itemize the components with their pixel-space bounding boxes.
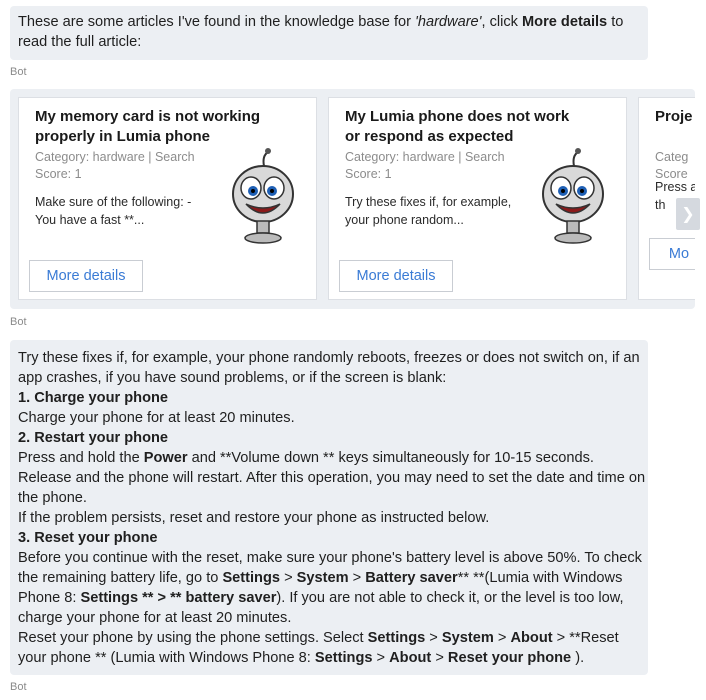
more-details-button[interactable]: More details [339,260,453,292]
robot-avatar-icon [542,148,604,244]
bot-label: Bot [10,316,27,328]
article-card: My Lumia phone does not work or respond … [328,97,627,300]
intro-more-label: More details [522,14,608,30]
card-title: My Lumia phone does not work or respond … [345,108,570,145]
article-intro: Try these fixes if, for example, your ph… [18,350,640,386]
step-text: Reset your phone by using the phone sett… [18,630,619,666]
intro-message: These are some articles I've found in th… [10,6,648,60]
intro-query: 'hardware' [415,14,482,30]
more-details-button[interactable]: Mo [649,238,695,270]
card-score: Score: 1 [35,167,82,181]
step-text: If the problem persists, reset and resto… [18,510,490,526]
card-category: Category: hardware | Search [35,150,195,164]
card-title: My memory card is not working properly i… [35,108,261,145]
bot-label: Bot [10,681,27,693]
card-category: Categ [655,150,689,164]
article-card: My memory card is not working properly i… [18,97,317,300]
step-heading: 1. Charge your phone [18,390,169,406]
bot-label: Bot [10,66,27,78]
step-heading: 2. Restart your phone [18,430,169,446]
chevron-right-icon[interactable]: ❯ [676,198,700,230]
step-text: Charge your phone for at least 20 minute… [18,410,295,426]
step-text: Press and hold the Power and **Volume do… [18,450,646,506]
article-message: Try these fixes if, for example, your ph… [10,340,648,675]
card-snippet: Make sure of the following: - You have a… [35,195,192,227]
card-category: Category: hardware | Search [345,150,505,164]
article-carousel: My memory card is not working properly i… [10,89,695,309]
step-text: Before you continue with the reset, make… [18,550,642,626]
intro-text: These are some articles I've found in th… [18,14,416,30]
step-heading: 3. Reset your phone [18,530,158,546]
card-score: Score: 1 [345,167,392,181]
card-snippet: Try these fixes if, for example, your ph… [345,195,512,227]
robot-avatar-icon [232,148,294,244]
more-details-button[interactable]: More details [29,260,143,292]
intro-text-mid: , click [481,14,523,30]
card-title: Proje [655,108,693,125]
